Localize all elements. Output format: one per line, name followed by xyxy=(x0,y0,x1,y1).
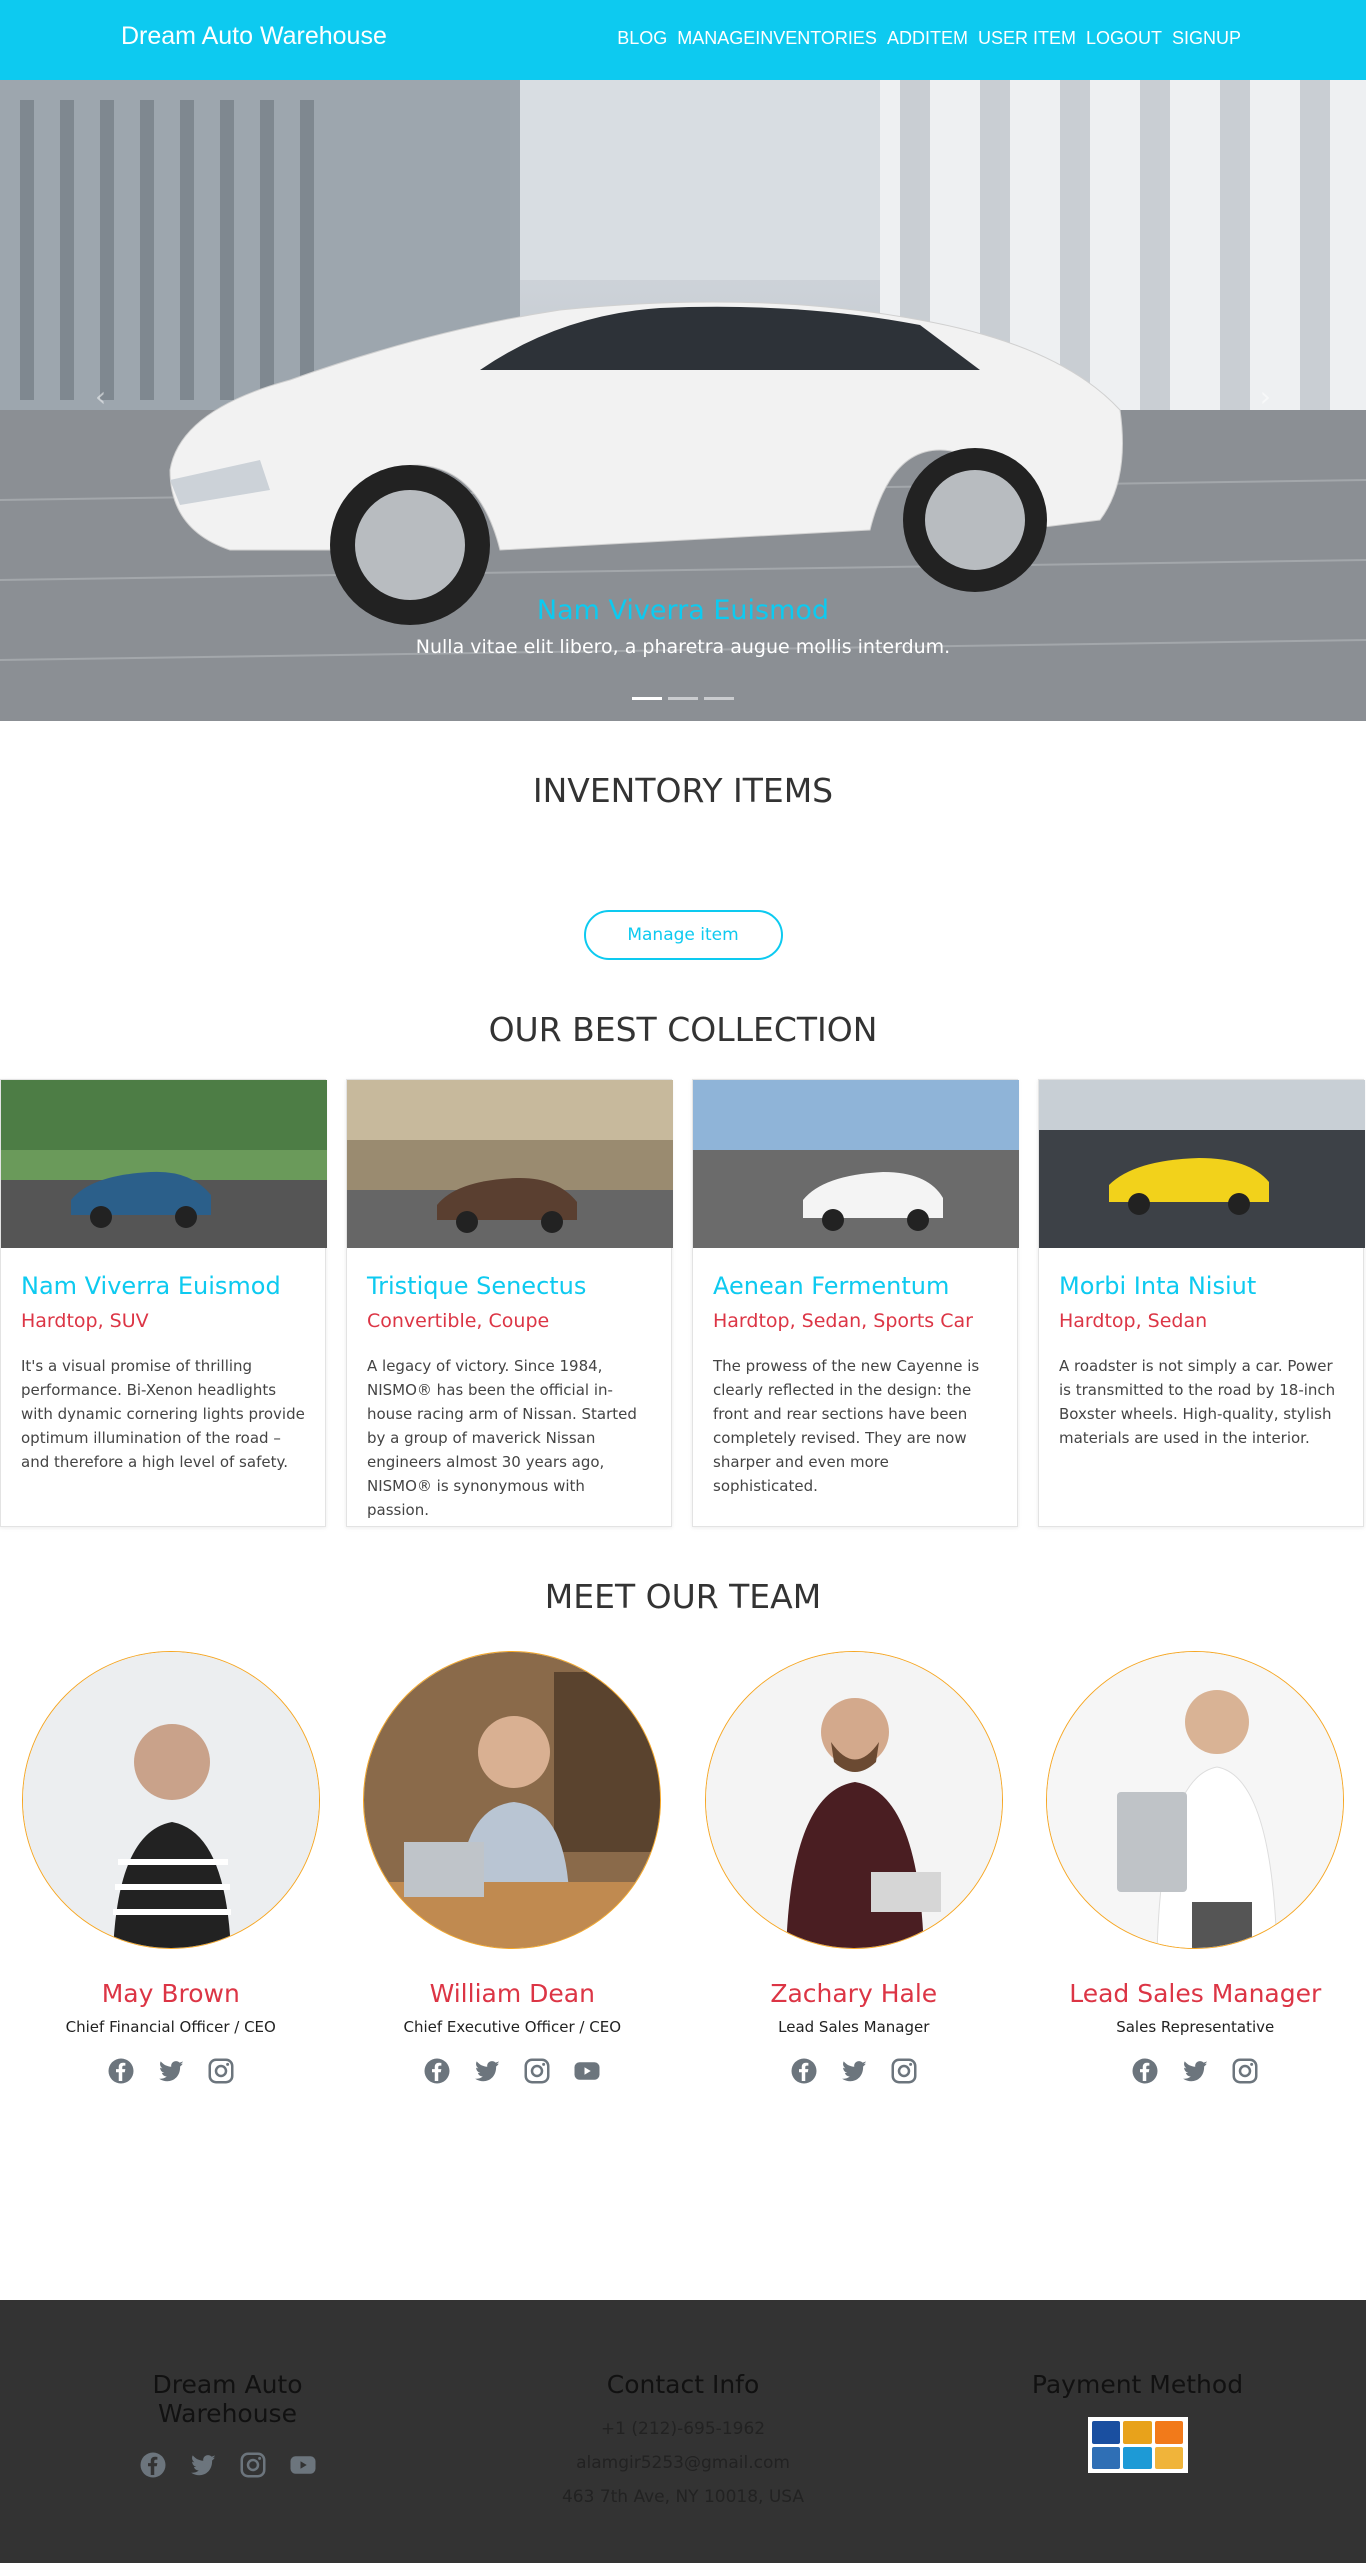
avatar xyxy=(1046,1651,1345,1949)
member-name: Zachary Hale xyxy=(770,1979,938,2008)
contact-email[interactable]: alamgir5253@gmail.com xyxy=(533,2453,833,2473)
member-role: Chief Executive Officer / CEO xyxy=(403,2018,622,2036)
collection-card[interactable]: Morbi Inta Nisiut Hardtop, Sedan A roads… xyxy=(1038,1079,1365,1527)
card-title: Aenean Fermentum xyxy=(713,1272,950,1300)
member-role: Lead Sales Manager xyxy=(778,2018,930,2036)
footer-brand: Dream Auto Warehouse xyxy=(152,2370,303,2428)
card-title: Nam Viverra Euismod xyxy=(21,1272,281,1300)
nav-links: BLOG MANAGEINVENTORIES ADDITEM USER ITEM… xyxy=(617,28,1241,49)
footer-contact-column: Contact Info +1 (212)-695-1962 alamgir52… xyxy=(533,2370,833,2507)
member-name: May Brown xyxy=(101,1979,240,2008)
youtube-icon[interactable] xyxy=(572,2056,602,2086)
contact-title: Contact Info xyxy=(606,2370,760,2399)
card-description: It's a visual promise of thrilling perfo… xyxy=(21,1357,305,1471)
carousel-next-icon[interactable]: › xyxy=(1260,380,1271,413)
payment-methods-icon xyxy=(1087,2417,1188,2473)
brand-logo[interactable]: Dream Auto Warehouse xyxy=(121,22,387,51)
card-description: The prowess of the new Cayenne is clearl… xyxy=(713,1357,980,1495)
hero-title: Nam Viverra Euismod xyxy=(536,595,830,626)
inventory-title: INVENTORY ITEMS xyxy=(532,771,834,810)
instagram-icon[interactable] xyxy=(889,2056,919,2086)
instagram-icon[interactable] xyxy=(522,2056,552,2086)
collection-title: OUR BEST COLLECTION xyxy=(488,1010,878,1049)
member-social-links xyxy=(1025,2056,1366,2086)
payment-title: Payment Method xyxy=(1031,2370,1244,2399)
instagram-icon[interactable] xyxy=(206,2056,236,2086)
member-role: Chief Financial Officer / CEO xyxy=(65,2018,276,2036)
member-social-links xyxy=(683,2056,1025,2086)
card-title: Tristique Senectus xyxy=(367,1272,587,1300)
collection-card[interactable]: Aenean Fermentum Hardtop, Sedan, Sports … xyxy=(692,1079,1019,1527)
card-title: Morbi Inta Nisiut xyxy=(1059,1272,1257,1300)
member-name: Lead Sales Manager xyxy=(1069,1979,1322,2008)
instagram-icon[interactable] xyxy=(1230,2056,1260,2086)
team-member: William Dean Chief Executive Officer / C… xyxy=(342,1651,684,2086)
card-tags: Hardtop, SUV xyxy=(21,1310,149,1332)
carousel-indicator-2[interactable] xyxy=(668,697,698,700)
card-image xyxy=(693,1080,1019,1248)
team-members: May Brown Chief Financial Officer / CEO … xyxy=(0,1651,1366,2086)
team-title: MEET OUR TEAM xyxy=(544,1577,822,1616)
facebook-icon[interactable] xyxy=(789,2056,819,2086)
hero-carousel: ‹ › Nam Viverra Euismod Nulla vitae elit… xyxy=(0,80,1366,721)
twitter-icon[interactable] xyxy=(839,2056,869,2086)
card-tags: Hardtop, Sedan, Sports Car xyxy=(713,1310,973,1332)
twitter-icon[interactable] xyxy=(1180,2056,1210,2086)
avatar xyxy=(704,1651,1003,1949)
card-image xyxy=(1039,1080,1365,1248)
nav-link-user-item[interactable]: USER ITEM xyxy=(978,28,1076,49)
youtube-icon[interactable] xyxy=(288,2450,318,2480)
card-image xyxy=(1,1080,327,1248)
facebook-icon[interactable] xyxy=(1130,2056,1160,2086)
contact-phone[interactable]: +1 (212)-695-1962 xyxy=(533,2419,833,2439)
nav-link-manage-inventories[interactable]: MANAGEINVENTORIES xyxy=(677,28,877,49)
twitter-icon[interactable] xyxy=(188,2450,218,2480)
collection-cards: Nam Viverra Euismod Hardtop, SUV It's a … xyxy=(0,1079,1366,1527)
carousel-indicators xyxy=(632,697,734,700)
carousel-indicator-3[interactable] xyxy=(704,697,734,700)
team-member: Zachary Hale Lead Sales Manager xyxy=(683,1651,1025,2086)
facebook-icon[interactable] xyxy=(106,2056,136,2086)
carousel-prev-icon[interactable]: ‹ xyxy=(95,380,106,413)
manage-item-button[interactable]: Manage item xyxy=(583,910,783,960)
card-description: A legacy of victory. Since 1984, NISMO® … xyxy=(367,1357,637,1519)
facebook-icon[interactable] xyxy=(138,2450,168,2480)
avatar xyxy=(21,1651,320,1949)
instagram-icon[interactable] xyxy=(238,2450,268,2480)
card-image xyxy=(347,1080,673,1248)
twitter-icon[interactable] xyxy=(472,2056,502,2086)
team-member: Lead Sales Manager Sales Representative xyxy=(1025,1651,1366,2086)
nav-link-logout[interactable]: LOGOUT xyxy=(1086,28,1162,49)
card-tags: Hardtop, Sedan xyxy=(1059,1310,1208,1332)
collection-card[interactable]: Nam Viverra Euismod Hardtop, SUV It's a … xyxy=(0,1079,327,1527)
nav-link-blog[interactable]: BLOG xyxy=(617,28,667,49)
nav-link-signup[interactable]: SIGNUP xyxy=(1172,28,1241,49)
footer: Dream Auto Warehouse Contact Info +1 (21… xyxy=(0,2300,1366,2563)
hero-caption: Nam Viverra Euismod Nulla vitae elit lib… xyxy=(0,595,1366,658)
avatar xyxy=(363,1651,662,1949)
nav-link-add-item[interactable]: ADDITEM xyxy=(887,28,968,49)
member-role: Sales Representative xyxy=(1116,2018,1275,2036)
footer-social-links xyxy=(90,2450,365,2480)
member-social-links xyxy=(342,2056,684,2086)
card-description: A roadster is not simply a car. Power is… xyxy=(1059,1357,1336,1447)
facebook-icon[interactable] xyxy=(422,2056,452,2086)
contact-address: 463 7th Ave, NY 10018, USA xyxy=(561,2487,805,2507)
footer-payment-column: Payment Method xyxy=(1000,2370,1275,2473)
navbar: Dream Auto Warehouse BLOG MANAGEINVENTOR… xyxy=(0,0,1366,80)
member-social-links xyxy=(0,2056,342,2086)
team-member: May Brown Chief Financial Officer / CEO xyxy=(0,1651,342,2086)
twitter-icon[interactable] xyxy=(156,2056,186,2086)
hero-subtitle: Nulla vitae elit libero, a pharetra augu… xyxy=(415,636,951,658)
member-name: William Dean xyxy=(429,1979,595,2008)
collection-card[interactable]: Tristique Senectus Convertible, Coupe A … xyxy=(346,1079,673,1527)
carousel-indicator-1[interactable] xyxy=(632,697,662,700)
card-tags: Convertible, Coupe xyxy=(367,1310,550,1332)
footer-brand-column: Dream Auto Warehouse xyxy=(90,2370,365,2480)
